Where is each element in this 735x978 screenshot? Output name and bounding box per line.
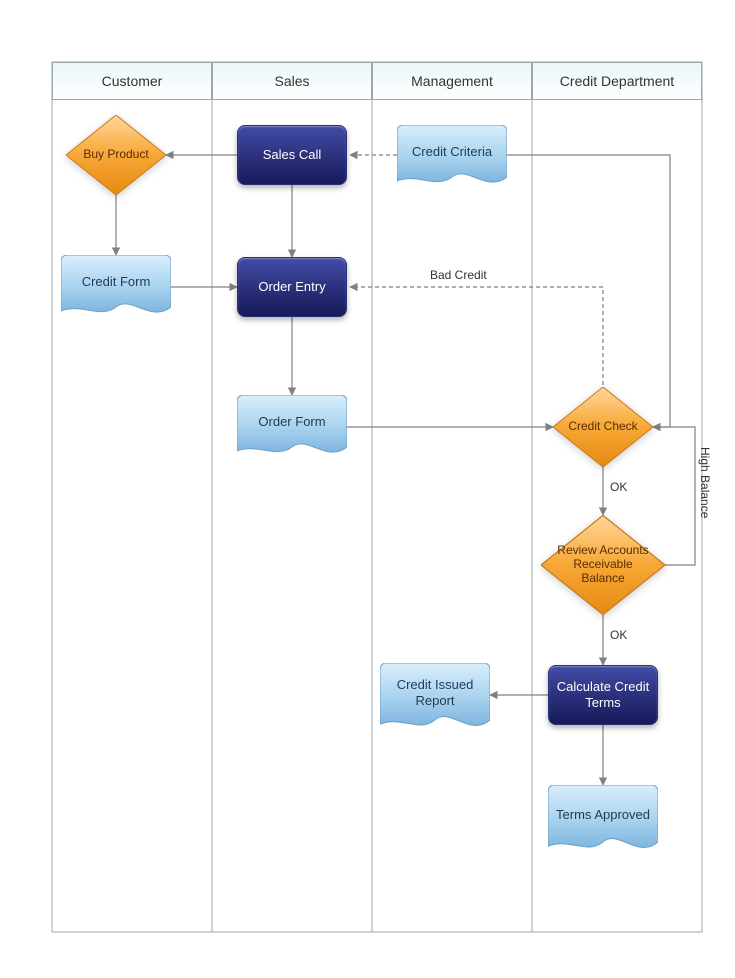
edge-label-high-balance: High Balance	[698, 447, 712, 518]
decision-buy-product: Buy Product	[66, 115, 166, 195]
doc-label: Credit Form	[61, 255, 171, 309]
doc-label: Credit Issued Report	[380, 663, 490, 723]
decision-label: Credit Check	[561, 387, 645, 467]
lane-header-customer: Customer	[52, 62, 212, 100]
process-calc-terms: Calculate Credit Terms	[548, 665, 658, 725]
doc-label: Terms Approved	[548, 785, 658, 845]
process-order-entry: Order Entry	[237, 257, 347, 317]
lane-header-management: Management	[372, 62, 532, 100]
decision-label: Buy Product	[74, 115, 158, 195]
edge-label-ok1: OK	[610, 480, 627, 494]
doc-credit-criteria: Credit Criteria	[397, 125, 507, 189]
swimlane-diagram: Customer Sales Management Credit Departm…	[0, 0, 735, 978]
doc-label: Credit Criteria	[397, 125, 507, 179]
doc-credit-issued: Credit Issued Report	[380, 663, 490, 733]
lane-header-sales: Sales	[212, 62, 372, 100]
doc-order-form: Order Form	[237, 395, 347, 459]
lane-header-credit: Credit Department	[532, 62, 702, 100]
decision-label: Review Accounts Receivable Balance	[555, 515, 651, 615]
doc-credit-form: Credit Form	[61, 255, 171, 319]
decision-credit-check: Credit Check	[553, 387, 653, 467]
edge-label-ok2: OK	[610, 628, 627, 642]
edge-label-bad-credit: Bad Credit	[430, 268, 487, 282]
doc-label: Order Form	[237, 395, 347, 449]
decision-review-ar: Review Accounts Receivable Balance	[541, 515, 665, 615]
doc-terms-approved: Terms Approved	[548, 785, 658, 855]
process-sales-call: Sales Call	[237, 125, 347, 185]
